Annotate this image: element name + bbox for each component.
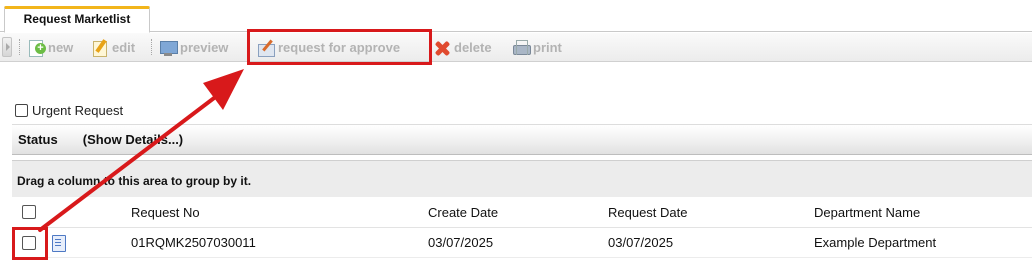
- request-approve-icon: [257, 39, 275, 57]
- row-detail-cell: [52, 228, 66, 257]
- delete-button-label: delete: [454, 40, 492, 55]
- request-for-approve-label: request for approve: [278, 40, 401, 55]
- create-date-cell: 03/07/2025: [428, 235, 494, 250]
- new-button-label: new: [48, 40, 74, 55]
- department-name-cell: Example Department: [814, 235, 937, 250]
- edit-button[interactable]: edit: [91, 37, 135, 58]
- status-bar: Status (Show Details...): [12, 124, 1032, 155]
- annotation-arrow-head: [203, 69, 244, 110]
- column-header-create-date[interactable]: Create Date: [428, 197, 498, 227]
- request-grid: Request No Create Date Request Date Depa…: [12, 197, 1032, 258]
- tab-strip: Request Marketlist: [0, 0, 1032, 33]
- request-for-approve-button[interactable]: request for approve: [257, 37, 400, 58]
- row-select-checkbox[interactable]: [22, 235, 36, 250]
- urgent-request-checkbox[interactable]: [15, 104, 28, 117]
- toolbar-separator: [151, 39, 152, 55]
- select-all-cell: [22, 197, 36, 227]
- toolbar-separator: [19, 39, 20, 55]
- toolbar: new edit preview request for approve del…: [0, 33, 1032, 62]
- new-document-icon: [27, 39, 46, 57]
- column-header-request-date[interactable]: Request Date: [608, 197, 688, 227]
- edit-button-label: edit: [112, 40, 136, 55]
- select-all-checkbox[interactable]: [22, 205, 36, 219]
- preview-button[interactable]: preview: [159, 37, 228, 58]
- request-no-cell: 01RQMK2507030011: [131, 235, 256, 250]
- toolbar-grip-handle[interactable]: [2, 37, 12, 57]
- monitor-preview-icon: [159, 39, 178, 57]
- new-button[interactable]: new: [27, 37, 73, 58]
- column-header-request-no[interactable]: Request No: [131, 197, 200, 227]
- show-details-link[interactable]: (Show Details...): [83, 132, 183, 147]
- preview-button-label: preview: [180, 40, 229, 55]
- status-label: Status: [18, 132, 58, 147]
- row-select-cell: [22, 228, 36, 257]
- table-row[interactable]: 01RQMK2507030011 03/07/2025 03/07/2025 E…: [12, 228, 1032, 258]
- column-header-department-name[interactable]: Department Name: [814, 197, 920, 227]
- printer-icon: [512, 39, 531, 57]
- print-button-label: print: [533, 40, 562, 55]
- document-detail-icon[interactable]: [52, 234, 66, 252]
- request-date-cell: 03/07/2025: [608, 235, 674, 250]
- group-by-panel[interactable]: Drag a column to this area to group by i…: [12, 160, 1032, 197]
- urgent-request-option[interactable]: Urgent Request: [15, 103, 123, 118]
- grid-header: Request No Create Date Request Date Depa…: [12, 197, 1032, 228]
- delete-x-icon: [433, 39, 451, 57]
- print-button[interactable]: print: [512, 37, 562, 58]
- tab-request-marketlist[interactable]: Request Marketlist: [4, 6, 150, 33]
- delete-button[interactable]: delete: [433, 37, 492, 58]
- edit-icon: [91, 39, 109, 57]
- urgent-request-label: Urgent Request: [32, 103, 124, 118]
